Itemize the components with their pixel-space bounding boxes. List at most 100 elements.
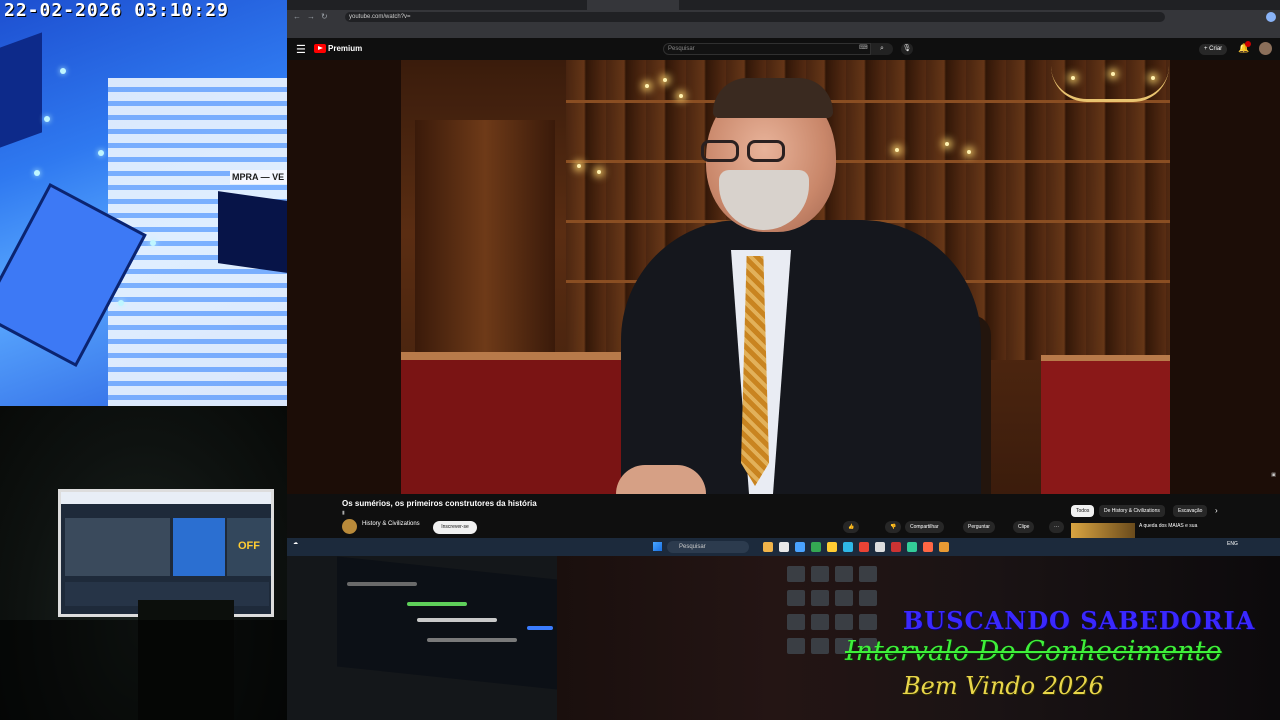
controller-pad (859, 566, 877, 582)
video-frame (401, 60, 1170, 494)
browser-tab[interactable] (397, 0, 483, 10)
hamburger-menu-icon[interactable]: ☰ (296, 43, 306, 56)
app-icon[interactable] (939, 542, 949, 552)
like-button[interactable]: 👍 (843, 521, 860, 533)
overlay-subtitle: Intervalo Do Conhecimento (845, 636, 1222, 667)
studio-desk-shadow (0, 620, 287, 720)
mixer-track (407, 602, 467, 606)
youtube-play-icon (314, 44, 326, 53)
library-door (415, 120, 555, 380)
chevron-right-icon[interactable]: › (1215, 506, 1218, 515)
chandelier (1051, 66, 1169, 102)
controller-pad (787, 590, 805, 606)
candle-light (1111, 72, 1115, 76)
dislike-icon[interactable]: 👎 (885, 521, 902, 533)
youtube-logo-text: Premium (328, 44, 363, 53)
mixer-track (417, 618, 497, 622)
app-icon[interactable] (875, 542, 885, 552)
controller-pad (835, 590, 853, 606)
chip-related[interactable]: Escavação (1173, 505, 1208, 517)
microphone-icon[interactable]: 🎙 (901, 43, 913, 55)
app-icon[interactable] (859, 542, 869, 552)
player-left-margin (287, 60, 401, 494)
recommendation-title[interactable]: A queda dos MAIAS e sua (1139, 523, 1223, 530)
camera-light (60, 68, 66, 74)
monitor-webcam (173, 518, 225, 576)
camera-wall-panel (0, 32, 42, 148)
browser-tab[interactable] (683, 0, 769, 10)
controller-pad (859, 590, 877, 606)
browser-tab-active[interactable] (587, 0, 679, 10)
controller-pad (835, 566, 853, 582)
controller-pad (787, 638, 805, 654)
candle-light (597, 170, 601, 174)
overlay-greeting: Bem Vindo 2026 (903, 672, 1104, 700)
speaker-hands (616, 465, 706, 494)
windows-taskbar: ☁ Pesquisar ENG (287, 538, 1280, 556)
candle-light (679, 94, 683, 98)
more-actions-button[interactable]: ··· (1049, 521, 1064, 533)
back-icon[interactable]: ← (293, 12, 301, 21)
monitor-browser-bar (61, 492, 271, 504)
camera-light (150, 240, 156, 246)
mixer-track (527, 626, 553, 630)
speaker-hair (713, 78, 833, 118)
app-icon[interactable] (907, 542, 917, 552)
browser-profile-button[interactable] (1266, 12, 1276, 22)
security-camera-feed: MPRA — VE 22-02-2026 03:10:29 (0, 0, 287, 406)
create-button[interactable]: + Criar (1199, 44, 1228, 55)
browser-tab[interactable] (487, 0, 573, 10)
speaker-glasses (701, 140, 791, 164)
camera-light (34, 170, 40, 176)
monitor-off-label: OFF (227, 518, 271, 576)
app-icon[interactable] (923, 542, 933, 552)
studio-monitor: OFF (58, 489, 274, 617)
candle-light (663, 78, 667, 82)
system-tray[interactable]: ENG (1227, 541, 1238, 547)
windows-start-icon[interactable] (653, 542, 662, 551)
video-player[interactable]: ▣ (287, 60, 1280, 494)
candle-light (967, 150, 971, 154)
folder-icon[interactable] (827, 542, 837, 552)
channel-name[interactable]: History & Civilizations (362, 521, 420, 527)
reload-icon[interactable]: ↻ (321, 12, 328, 21)
chip-channel[interactable]: De History & Civilizations (1099, 505, 1165, 517)
chip-all[interactable]: Todos (1071, 505, 1095, 517)
speaker-jacket (621, 220, 981, 494)
subscribe-button[interactable]: Inscrever-se (433, 521, 477, 534)
share-button[interactable]: Compartilhar (905, 521, 944, 533)
keyboard-icon[interactable]: ⌨ (859, 44, 868, 51)
browser-tab[interactable] (307, 0, 393, 10)
clip-button[interactable]: Clipe (1013, 521, 1035, 533)
search-input[interactable]: Pesquisar (663, 43, 871, 55)
edge-icon[interactable] (843, 542, 853, 552)
controller-pad (811, 638, 829, 654)
stream-scene: MPRA — VE 22-02-2026 03:10:29 OFF ← → ↻ … (0, 0, 1280, 720)
chrome-icon[interactable] (811, 542, 821, 552)
overlay-title: BUSCANDO SABEDORIA (903, 606, 1256, 635)
candle-light (895, 148, 899, 152)
youtube-logo[interactable]: Premium (314, 44, 362, 53)
account-avatar[interactable] (1259, 42, 1272, 55)
ask-button[interactable]: Perguntar (963, 521, 995, 533)
app-icon[interactable] (779, 542, 789, 552)
search-button[interactable]: ⌕ (871, 43, 893, 55)
app-icon[interactable] (795, 542, 805, 552)
weather-widget[interactable]: ☁ (293, 540, 298, 546)
controller-pad (859, 614, 877, 630)
channel-avatar[interactable] (342, 519, 357, 534)
controller-pad (811, 590, 829, 606)
camera-light (44, 116, 50, 122)
player-right-margin (1170, 60, 1280, 494)
controller-pad (787, 614, 805, 630)
tab-strip (287, 0, 1280, 10)
url-field[interactable]: youtube.com/watch?v= (345, 12, 1165, 22)
app-icon[interactable] (891, 542, 901, 552)
taskbar-search[interactable]: Pesquisar (667, 541, 749, 553)
camera-light (118, 300, 124, 306)
mixer-track (347, 582, 417, 586)
forward-icon[interactable]: → (307, 12, 315, 21)
explorer-app-icon[interactable] (763, 542, 773, 552)
bookmarks-bar[interactable] (287, 24, 1280, 38)
camera-shop-sign: MPRA — VE (230, 170, 287, 184)
